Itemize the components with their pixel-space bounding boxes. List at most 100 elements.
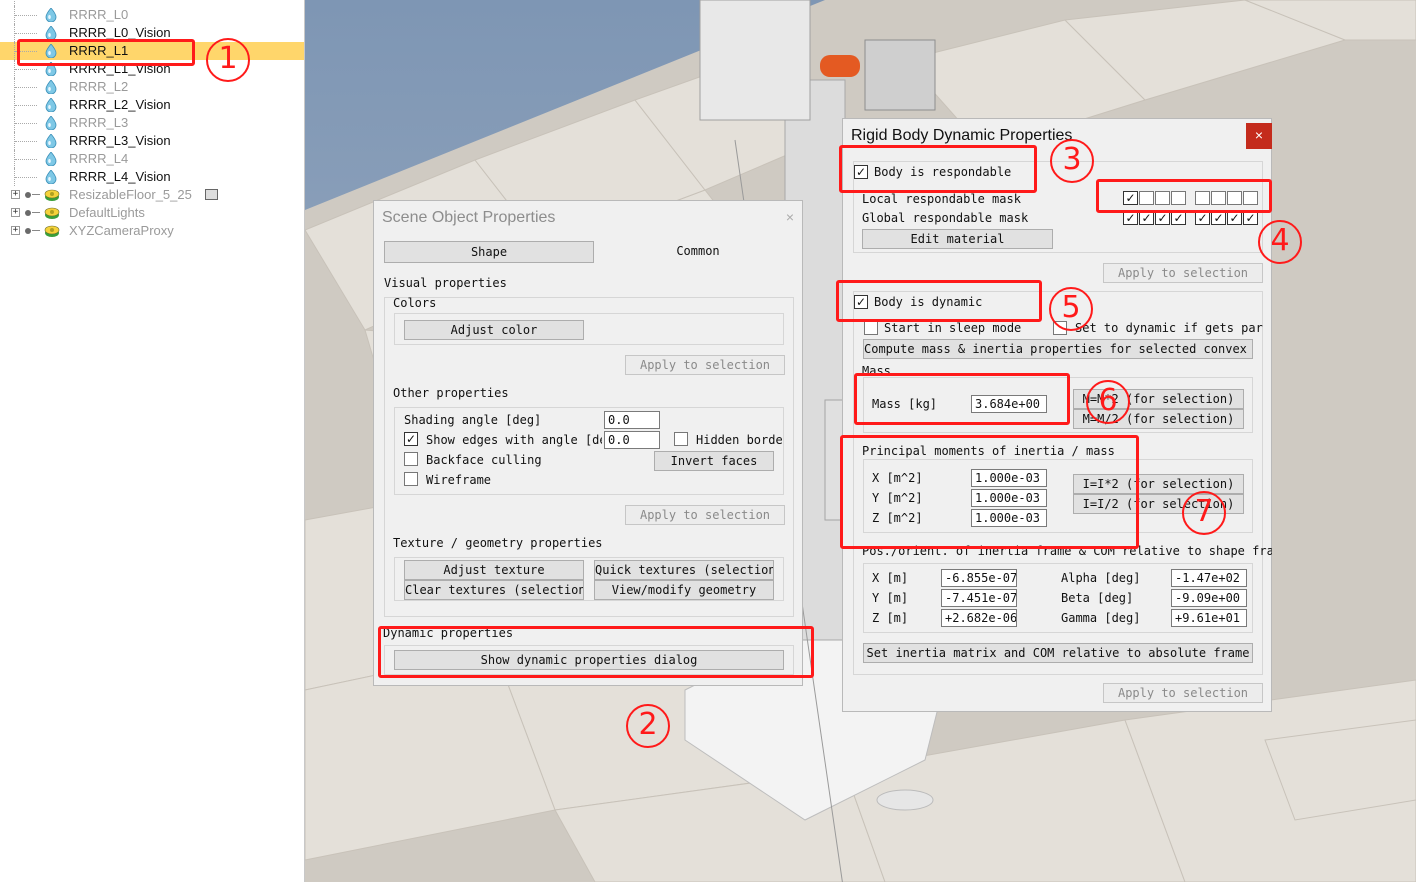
checkmark-icon: ✓ [405,432,417,446]
adjust-texture-button[interactable]: Adjust texture [404,560,584,580]
invert-faces-button[interactable]: Invert faces [654,451,774,471]
hierarchy-item-label: RRRR_L0 [69,7,129,22]
apply-to-selection-button[interactable]: Apply to selection [1103,263,1263,283]
drop-icon [45,25,57,41]
quick-textures-button[interactable]: Quick textures (selection) [594,560,774,580]
tree-line [15,87,37,88]
orientation-input[interactable]: +9.61e+01 [1171,609,1247,627]
shading-angle-input[interactable]: 0.0 [604,411,660,429]
hierarchy-item[interactable]: RRRR_L4_Vision [0,168,304,186]
hierarchy-model[interactable]: + XYZCameraProxy [0,222,304,240]
compute-mass-inertia-button[interactable]: Compute mass & inertia properties for se… [863,339,1253,359]
mask-bit-checkbox[interactable]: ✓ [1171,211,1186,225]
show-edges-angle-input[interactable]: 0.0 [604,431,660,449]
hierarchy-model[interactable]: + DefaultLights [0,204,304,222]
orientation-label: Beta [deg] [1061,591,1134,605]
checkmark-icon: ✓ [1173,211,1184,225]
tree-line [32,230,40,231]
colors-heading: Colors [393,296,437,310]
annotation-box-mass [854,373,1070,425]
hierarchy-item[interactable]: RRRR_L2 [0,78,304,96]
position-input[interactable]: -6.855e-07 [941,569,1017,587]
wireframe-checkbox[interactable] [404,472,418,486]
adjust-color-button[interactable]: Adjust color [404,320,584,340]
visual-properties-heading: Visual properties [384,276,507,290]
tree-line [15,177,37,178]
hierarchy-item[interactable]: RRRR_L3_Vision [0,132,304,150]
hierarchy-model-label: ResizableFloor_5_25 [69,187,192,202]
backface-culling-label: Backface culling [426,453,542,467]
tab-shape[interactable]: Shape [384,241,594,263]
position-input[interactable]: -7.451e-07 [941,589,1017,607]
drop-icon [45,169,57,185]
position-axis-label: X [m] [872,571,909,585]
annotation-box-masks [1096,179,1272,213]
model-dot-icon [25,228,31,234]
tree-line [15,105,37,106]
edit-material-button[interactable]: Edit material [862,229,1053,249]
scene-object-icon [44,206,60,220]
expand-icon[interactable]: + [11,208,20,217]
model-dot-icon [25,210,31,216]
drop-icon [45,151,57,167]
mask-bit-checkbox[interactable]: ✓ [1139,211,1154,225]
tree-line [32,212,40,213]
drop-icon [45,115,57,131]
hierarchy-item[interactable]: RRRR_L3 [0,114,304,132]
hierarchy-item[interactable]: RRRR_L0 [0,6,304,24]
shading-angle-label: Shading angle [deg] [404,413,542,427]
hierarchy-model[interactable]: + ResizableFloor_5_25 [0,186,304,204]
apply-to-selection-button-2[interactable]: Apply to selection [625,505,785,525]
annotation-number-7: 7 [1182,491,1226,535]
drop-icon [45,97,57,113]
start-sleep-checkbox[interactable] [864,321,878,335]
mask-bit-checkbox[interactable]: ✓ [1211,211,1226,225]
mask-bit-checkbox[interactable]: ✓ [1155,211,1170,225]
dialog-title: Rigid Body Dynamic Properties [851,127,1073,144]
view-modify-geometry-button[interactable]: View/modify geometry [594,580,774,600]
hierarchy-item-label: RRRR_L3_Vision [69,133,171,148]
local-mask-label: Local respondable mask [862,192,1021,206]
hierarchy-item[interactable]: RRRR_L2_Vision [0,96,304,114]
tree-line [15,123,37,124]
show-edges-checkbox[interactable]: ✓ [404,432,418,446]
expand-icon[interactable]: + [11,190,20,199]
position-axis-label: Z [m] [872,611,909,625]
hidden-border-label: Hidden border [696,433,784,447]
checkmark-icon: ✓ [1157,211,1168,225]
tree-line [15,159,37,160]
hierarchy-item-label: RRRR_L2 [69,79,129,94]
hierarchy-model-label: DefaultLights [69,205,145,220]
mask-bit-checkbox[interactable]: ✓ [1243,211,1258,225]
set-inertia-absolute-button[interactable]: Set inertia matrix and COM relative to a… [863,643,1253,663]
clear-textures-button[interactable]: Clear textures (selection) [404,580,584,600]
checkmark-icon: ✓ [1125,211,1136,225]
orientation-input[interactable]: -1.47e+02 [1171,569,1247,587]
position-input[interactable]: +2.682e-06 [941,609,1017,627]
annotation-box-inertia [840,435,1139,549]
annotation-box-dynamic [836,280,1042,322]
drop-icon [45,7,57,23]
tab-common[interactable]: Common [594,241,802,263]
expand-icon[interactable]: + [11,226,20,235]
hierarchy-model-label: XYZCameraProxy [69,223,174,238]
start-sleep-label: Start in sleep mode [884,321,1022,335]
hidden-border-checkbox[interactable] [674,432,688,446]
backface-culling-checkbox[interactable] [404,452,418,466]
hierarchy-item-label: RRRR_L2_Vision [69,97,171,112]
wireframe-label: Wireframe [426,473,492,487]
mask-bit-checkbox[interactable]: ✓ [1195,211,1210,225]
position-axis-label: Y [m] [872,591,909,605]
mask-bit-checkbox[interactable]: ✓ [1227,211,1242,225]
hierarchy-item[interactable]: RRRR_L4 [0,150,304,168]
apply-to-selection-button-2[interactable]: Apply to selection [1103,683,1263,703]
mask-bit-checkbox[interactable]: ✓ [1123,211,1138,225]
orientation-input[interactable]: -9.09e+00 [1171,589,1247,607]
hierarchy-item-label: RRRR_L3 [69,115,129,130]
tree-line [15,69,37,70]
close-icon[interactable]: × [1246,123,1272,149]
apply-to-selection-button[interactable]: Apply to selection [625,355,785,375]
annotation-number-3: 3 [1050,139,1094,183]
set-dynamic-parent-label: Set to dynamic if gets parent [1075,321,1263,335]
close-icon[interactable]: × [777,205,803,231]
